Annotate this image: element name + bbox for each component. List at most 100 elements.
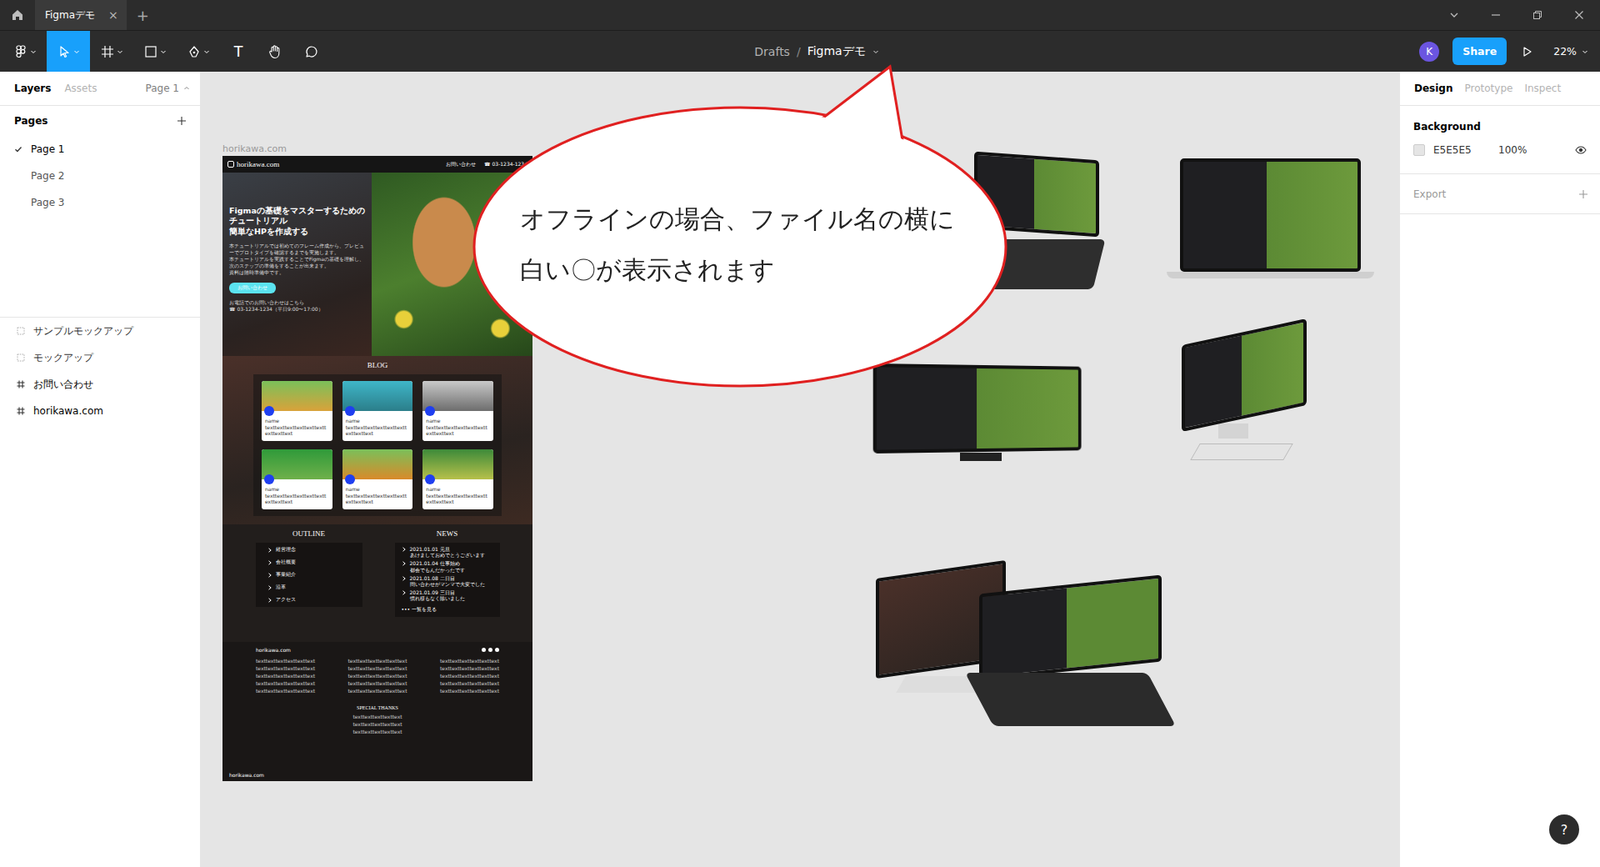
news-item: 2021.01.08 二日目問い合わせがマンマで大変でした (401, 575, 494, 587)
card-text: texttexttexttexttexttexttexttexttext (342, 423, 414, 437)
share-button[interactable]: Share (1452, 37, 1507, 65)
site-nav-item: お問い合わせ (445, 160, 476, 169)
site-logo: horikawa.com (227, 160, 280, 169)
footer-column: texttexttexttexttexttexttexttexttexttext… (255, 657, 315, 694)
add-page-icon[interactable] (176, 115, 187, 126)
group-dashed-icon (16, 353, 25, 362)
multi-device-mockup[interactable] (875, 569, 1162, 727)
author-dot (345, 474, 355, 485)
tabs-menu-button[interactable] (1433, 0, 1475, 30)
eye-icon[interactable] (1575, 144, 1587, 156)
footer-column: texttexttexttexttexttexttexttexttexttext… (440, 657, 500, 694)
file-tab[interactable]: Figmaデモ× (35, 0, 127, 30)
user-avatar[interactable]: K (1419, 41, 1440, 62)
laptop-mockup[interactable] (1166, 158, 1375, 284)
layer-item[interactable]: horikawa.com (0, 397, 200, 425)
dropdown-chevron-icon (203, 48, 210, 55)
layer-label: horikawa.com (33, 405, 104, 417)
file-name[interactable]: Figmaデモ (807, 44, 866, 60)
layer-item[interactable]: モックアップ (0, 344, 200, 371)
help-button[interactable]: ? (1549, 814, 1580, 845)
file-menu-chevron-icon[interactable] (872, 48, 880, 55)
facebook-icon (481, 647, 486, 652)
blog-card: nametexttexttexttexttexttexttexttexttext (342, 380, 414, 441)
tool-button[interactable] (133, 30, 177, 72)
author-dot (264, 405, 275, 416)
title-bar: Figmaデモ× + (0, 0, 1600, 31)
news-title: NEWS (436, 524, 459, 543)
layer-item[interactable]: サンプルモックアップ (0, 317, 200, 345)
page-item[interactable]: Page 3 (0, 189, 200, 216)
speech-bubble-text: オフラインの場合、ファイル名の横に白い〇が表示されます (520, 193, 955, 295)
outline-item: 経営理念 (267, 545, 351, 554)
tool-button[interactable] (46, 30, 90, 72)
add-export-icon[interactable] (1578, 189, 1589, 200)
mockup-laptop (979, 584, 1162, 726)
panel-tab[interactable]: Inspect (1524, 82, 1561, 95)
card-text: texttexttexttexttexttexttexttexttext (422, 491, 494, 505)
hero-title: Figmaの基礎をマスターするためのチュートリアル簡単なHPを作成する (229, 205, 367, 237)
folder-link[interactable]: Drafts (754, 45, 790, 59)
tool-button[interactable] (256, 30, 294, 72)
hand-icon (267, 44, 283, 60)
tool-button[interactable] (293, 30, 330, 72)
news-section: NEWS2021.01.01 元旦あけましておめでとうございます2021.01.… (395, 524, 500, 642)
desktop-mockup[interactable] (1165, 331, 1325, 472)
zoom-chevron-icon[interactable] (1581, 48, 1589, 55)
card-text: texttexttexttexttexttexttexttexttext (342, 491, 414, 505)
footer-column: texttexttexttexttexttexttexttexttexttext… (347, 657, 407, 694)
panel-tab[interactable]: Layers (14, 82, 51, 95)
panel-tab[interactable]: Design (1414, 82, 1454, 95)
page-item[interactable]: Page 1 (0, 135, 200, 163)
hex-value[interactable]: E5E5E5 (1433, 144, 1492, 156)
cursor-icon (57, 45, 71, 59)
site-blog: BLOG nametexttexttexttexttexttexttexttext… (222, 355, 533, 525)
social-links (481, 647, 500, 652)
home-icon (10, 8, 25, 22)
chevron-down-icon (1449, 10, 1460, 20)
tool-button[interactable] (176, 30, 220, 72)
dropdown-chevron-icon (160, 48, 167, 55)
page-label: Page 2 (30, 170, 65, 182)
frame-label[interactable]: horikawa.com (222, 143, 287, 155)
breadcrumb-separator: / (796, 45, 801, 59)
panel-tabs: Layers Assets Page 1 (0, 71, 200, 106)
present-play-icon[interactable] (1520, 45, 1534, 59)
home-button[interactable] (0, 0, 35, 30)
tab-close-button[interactable]: × (108, 8, 119, 22)
breadcrumb: Drafts / Figmaデモ (720, 44, 879, 60)
restore-button[interactable] (1516, 0, 1559, 30)
mockup-screen (1180, 158, 1361, 272)
arrow-icon (267, 597, 273, 603)
tool-button[interactable] (90, 30, 134, 72)
layer-label: サンプルモックアップ (33, 324, 134, 339)
layer-item[interactable]: お問い合わせ (0, 370, 200, 398)
color-swatch[interactable] (1413, 144, 1425, 156)
page-check (14, 145, 31, 154)
minimize-button[interactable] (1475, 0, 1517, 30)
close-button[interactable] (1558, 0, 1600, 30)
page-picker[interactable]: Page 1 (145, 82, 191, 95)
news-item: 2021.01.04 仕事始め都会でもんだかったです (401, 560, 494, 572)
mockup-base (1166, 271, 1375, 279)
figma-menu-icon (14, 45, 28, 59)
background-fill-row[interactable]: E5E5E5 100% (1413, 144, 1587, 156)
outline-item: 会社概要 (267, 558, 351, 566)
arrow-icon (267, 572, 273, 578)
panel-tab[interactable]: Prototype (1465, 82, 1514, 95)
author-dot (425, 405, 435, 416)
footer-logo: horikawa.com (255, 646, 291, 653)
opacity-value[interactable]: 100% (1498, 144, 1527, 156)
frame-hash-icon (16, 406, 25, 415)
zoom-level[interactable]: 22% (1553, 45, 1577, 58)
page-item[interactable]: Page 2 (0, 162, 200, 190)
blog-title: BLOG (367, 355, 389, 375)
special-thanks: SPECIAL THANKStexttexttexttexttexttextte… (255, 705, 500, 735)
tool-button[interactable] (3, 30, 47, 72)
panel-tab[interactable]: Assets (64, 82, 97, 95)
chevron-up-icon (183, 85, 190, 92)
monitor-mockup[interactable] (875, 365, 1086, 465)
new-tab-button[interactable]: + (136, 6, 150, 25)
export-section: Export (1400, 174, 1600, 215)
tool-button[interactable]: T (220, 30, 257, 72)
